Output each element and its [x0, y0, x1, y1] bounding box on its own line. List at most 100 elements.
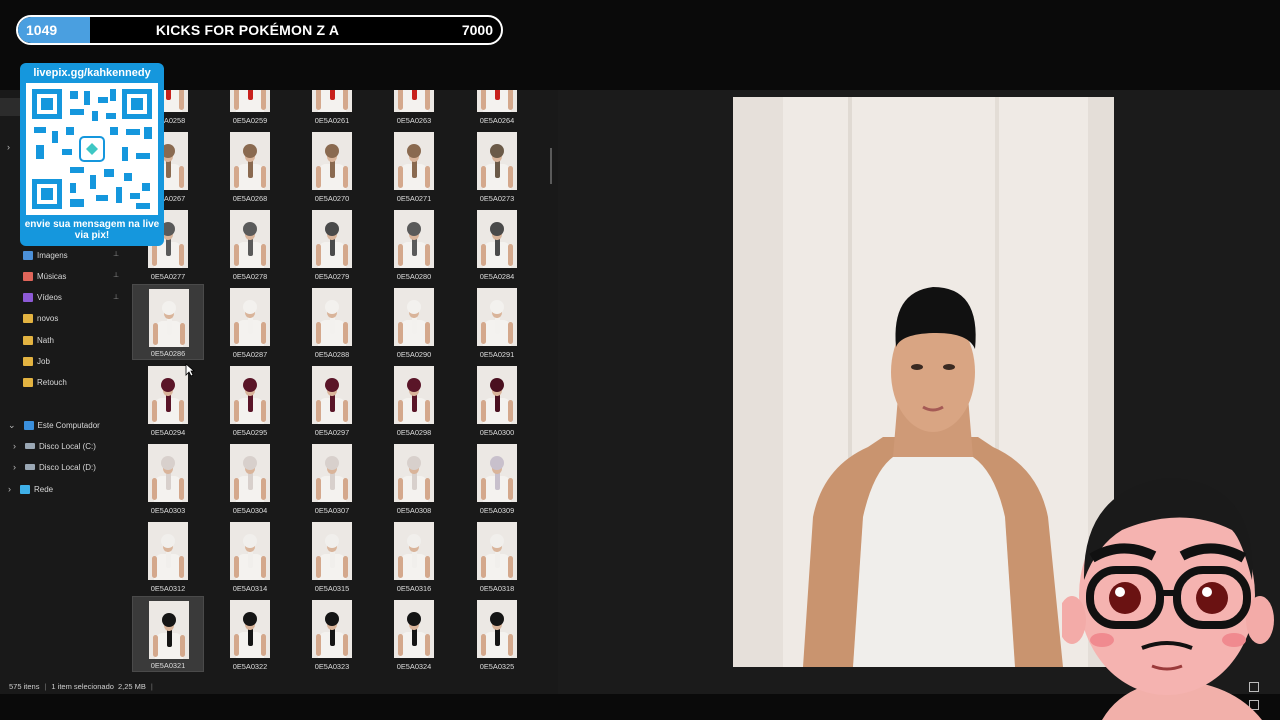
- sidebar-item-imagens[interactable]: Imagens ⊥: [0, 245, 125, 265]
- photo-subject-arm: [481, 166, 486, 188]
- file-thumbnail[interactable]: 0E5A0298: [378, 362, 450, 438]
- image-thumbnail: [477, 522, 517, 580]
- photo-subject-headwrap: [243, 456, 257, 470]
- sidebar-item-network[interactable]: › Rede: [0, 479, 125, 499]
- file-name: 0E5A0297: [314, 428, 350, 437]
- photo-subject-arm: [508, 90, 513, 110]
- chevron-right-icon[interactable]: ›: [13, 462, 16, 472]
- file-thumbnail[interactable]: 0E5A0304: [214, 440, 286, 516]
- sidebar-item-drive-d[interactable]: › Disco Local (D:): [0, 457, 125, 477]
- file-thumbnail[interactable]: 0E5A0270: [296, 128, 368, 204]
- sidebar-item-job[interactable]: Job: [0, 352, 125, 372]
- photo-subject-arm: [180, 323, 185, 345]
- file-thumbnail[interactable]: 0E5A0291: [461, 284, 533, 360]
- file-thumbnail[interactable]: 0E5A0321: [132, 596, 204, 672]
- chevron-down-icon[interactable]: ⌄: [8, 420, 16, 431]
- file-thumbnail[interactable]: 0E5A0316: [378, 518, 450, 594]
- file-thumbnail[interactable]: 0E5A0322: [214, 596, 286, 672]
- preview-image: [733, 97, 1114, 667]
- sidebar-item-label: novos: [37, 314, 59, 324]
- file-thumbnail[interactable]: 0E5A0324: [378, 596, 450, 672]
- file-thumbnail[interactable]: 0E5A0264: [461, 90, 533, 126]
- file-name: 0E5A0279: [314, 272, 350, 281]
- photo-subject-headwrap: [490, 378, 504, 392]
- donation-goal-bar: 1049 KICKS FOR POKÉMON Z A 7000: [16, 15, 503, 45]
- photo-subject-arm: [343, 556, 348, 578]
- status-separator: |: [150, 681, 153, 691]
- file-thumbnail[interactable]: 0E5A0300: [461, 362, 533, 438]
- file-thumbnail[interactable]: 0E5A0325: [461, 596, 533, 672]
- file-name: 0E5A0259: [232, 116, 268, 125]
- file-thumbnail[interactable]: 0E5A0279: [296, 206, 368, 282]
- file-thumbnail[interactable]: 0E5A0290: [378, 284, 450, 360]
- file-thumbnail[interactable]: 0E5A0261: [296, 90, 368, 126]
- file-thumbnail[interactable]: 0E5A0303: [132, 440, 204, 516]
- scrollbar-thumb[interactable]: [550, 148, 552, 184]
- file-thumbnail[interactable]: 0E5A0273: [461, 128, 533, 204]
- livepix-message: envie sua mensagem na live via pix!: [24, 219, 160, 241]
- photo-subject-arm: [179, 166, 184, 188]
- sidebar-item-drive-c[interactable]: › Disco Local (C:): [0, 436, 125, 456]
- file-name: 0E5A0280: [396, 272, 432, 281]
- file-name: 0E5A0318: [479, 584, 515, 593]
- file-thumbnail[interactable]: 0E5A0259: [214, 90, 286, 126]
- photo-subject-arm: [261, 322, 266, 344]
- image-thumbnail: [477, 210, 517, 268]
- image-thumbnail: [312, 522, 352, 580]
- photo-subject-arm: [153, 323, 158, 345]
- file-thumbnail[interactable]: 0E5A0323: [296, 596, 368, 672]
- file-thumbnail[interactable]: 0E5A0312: [132, 518, 204, 594]
- photo-subject-arm: [343, 322, 348, 344]
- file-thumbnail[interactable]: 0E5A0295: [214, 362, 286, 438]
- file-thumbnail[interactable]: 0E5A0309: [461, 440, 533, 516]
- file-thumbnail[interactable]: 0E5A0315: [296, 518, 368, 594]
- sidebar-item-this-pc[interactable]: ⌄ Este Computador: [0, 415, 125, 435]
- photo-subject-arm: [425, 634, 430, 656]
- file-thumbnail[interactable]: 0E5A0286: [132, 284, 204, 360]
- item-count: 575 itens: [9, 681, 40, 691]
- qr-pattern: [26, 83, 158, 215]
- sidebar-item-nath[interactable]: Nath: [0, 330, 125, 350]
- file-thumbnail[interactable]: 0E5A0287: [214, 284, 286, 360]
- photo-subject-arm: [481, 634, 486, 656]
- photo-subject-arm: [481, 556, 486, 578]
- file-thumbnail[interactable]: 0E5A0318: [461, 518, 533, 594]
- photo-subject-headwrap: [490, 534, 504, 548]
- file-name: 0E5A0308: [396, 506, 432, 515]
- sidebar-item-mu-sicas[interactable]: Músicas ⊥: [0, 266, 125, 286]
- image-thumbnail: [149, 289, 189, 347]
- photo-subject-arm: [316, 322, 321, 344]
- photo-subject-arm: [261, 90, 266, 110]
- chevron-right-icon[interactable]: ›: [13, 441, 16, 451]
- image-thumbnail: [230, 132, 270, 190]
- sidebar-item-label: Rede: [34, 484, 54, 494]
- file-thumbnail[interactable]: 0E5A0278: [214, 206, 286, 282]
- chevron-right-icon[interactable]: ›: [8, 484, 11, 494]
- file-thumbnail[interactable]: 0E5A0297: [296, 362, 368, 438]
- selection-size: 2,25 MB: [117, 681, 146, 691]
- sidebar-item-novos[interactable]: novos: [0, 309, 125, 329]
- photo-subject-headwrap: [325, 534, 339, 548]
- file-thumbnail[interactable]: 0E5A0284: [461, 206, 533, 282]
- chevron-right-icon[interactable]: ›: [7, 142, 10, 152]
- file-thumbnail[interactable]: 0E5A0268: [214, 128, 286, 204]
- photo-subject-arm: [234, 478, 239, 500]
- file-thumbnail[interactable]: 0E5A0271: [378, 128, 450, 204]
- image-thumbnail: [230, 366, 270, 424]
- photo-subject-hair: [248, 90, 253, 100]
- file-thumbnail[interactable]: 0E5A0280: [378, 206, 450, 282]
- image-thumbnail: [394, 288, 434, 346]
- photo-subject-headwrap: [490, 222, 504, 236]
- sidebar-item-retouch[interactable]: Retouch: [0, 373, 125, 393]
- file-thumbnail[interactable]: 0E5A0314: [214, 518, 286, 594]
- photo-subject-arm: [398, 400, 403, 422]
- photo-subject-headwrap: [490, 612, 504, 626]
- status-bar: 575 itens | 1 item selecionado 2,25 MB |: [0, 678, 558, 694]
- file-thumbnail[interactable]: 0E5A0308: [378, 440, 450, 516]
- file-thumbnail[interactable]: 0E5A0307: [296, 440, 368, 516]
- file-thumbnail[interactable]: 0E5A0288: [296, 284, 368, 360]
- livepix-url: livepix.gg/kahkennedy: [33, 67, 151, 79]
- sidebar-item-vi-deos[interactable]: Vídeos ⊥: [0, 288, 125, 308]
- file-thumbnail[interactable]: 0E5A0263: [378, 90, 450, 126]
- sidebar-item-label: Disco Local (D:): [39, 462, 96, 472]
